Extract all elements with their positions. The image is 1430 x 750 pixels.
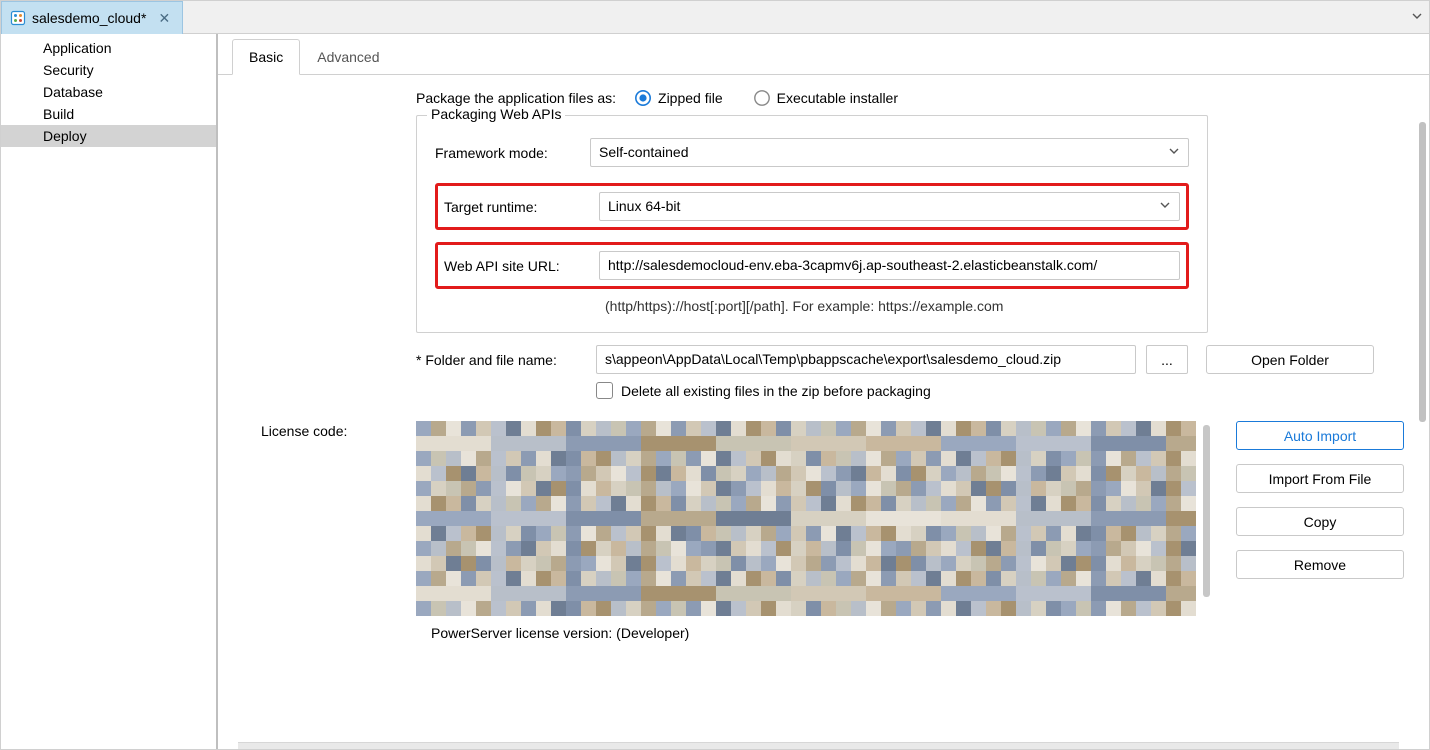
license-row: License code: Auto Import Import From Fi…: [236, 421, 1411, 611]
delete-existing-row: Delete all existing files in the zip bef…: [596, 382, 1411, 399]
main-scrollbar[interactable]: [1419, 122, 1427, 622]
browse-button[interactable]: ...: [1146, 345, 1188, 374]
auto-import-button[interactable]: Auto Import: [1236, 421, 1404, 450]
packaging-webapis-fieldset: Packaging Web APIs Framework mode: Self-…: [416, 115, 1208, 333]
sidebar-item-database[interactable]: Database: [1, 81, 216, 103]
radio-installer[interactable]: Executable installer: [753, 89, 898, 107]
close-icon[interactable]: ✕: [156, 10, 172, 26]
license-label: License code:: [261, 421, 416, 439]
folder-row: * Folder and file name: s\appeon\AppData…: [416, 345, 1411, 374]
property-body: Package the application files as: Zipped…: [218, 75, 1429, 749]
framework-row: Framework mode: Self-contained: [435, 138, 1189, 167]
sidebar-item-deploy[interactable]: Deploy: [1, 125, 216, 147]
target-runtime-highlight: Target runtime: Linux 64-bit: [435, 183, 1189, 230]
project-icon: [10, 10, 26, 26]
delete-existing-checkbox[interactable]: [596, 382, 613, 399]
import-from-file-button[interactable]: Import From File: [1236, 464, 1404, 493]
chevron-down-icon: [1168, 139, 1180, 166]
tab-basic[interactable]: Basic: [232, 39, 300, 75]
document-tabstrip: salesdemo_cloud* ✕: [1, 1, 1429, 34]
tabstrip-menu-icon[interactable]: [1411, 9, 1423, 25]
fieldset-legend: Packaging Web APIs: [427, 106, 565, 122]
webapi-url-highlight: Web API site URL: http://salesdemocloud-…: [435, 242, 1189, 289]
splitter[interactable]: [238, 742, 1399, 749]
sidebar-item-application[interactable]: Application: [1, 37, 216, 59]
sidebar-item-security[interactable]: Security: [1, 59, 216, 81]
tab-advanced[interactable]: Advanced: [300, 39, 396, 75]
license-version: PowerServer license version: (Developer): [431, 625, 1411, 641]
url-input[interactable]: http://salesdemocloud-env.eba-3capmv6j.a…: [599, 251, 1180, 280]
runtime-select[interactable]: Linux 64-bit: [599, 192, 1180, 221]
open-folder-button[interactable]: Open Folder: [1206, 345, 1374, 374]
window: salesdemo_cloud* ✕ Application Security …: [0, 0, 1430, 750]
license-buttons: Auto Import Import From File Copy Remove: [1236, 421, 1404, 579]
main-panel: Basic Advanced Package the application f…: [218, 34, 1429, 749]
content-area: Application Security Database Build Depl…: [1, 34, 1429, 749]
property-tabs: Basic Advanced: [218, 35, 1429, 75]
license-textarea[interactable]: [416, 421, 1196, 611]
folder-input[interactable]: s\appeon\AppData\Local\Temp\pbappscache\…: [596, 345, 1136, 374]
framework-select[interactable]: Self-contained: [590, 138, 1189, 167]
package-label: Package the application files as:: [416, 90, 616, 106]
chevron-down-icon: [1159, 193, 1171, 220]
delete-existing-label: Delete all existing files in the zip bef…: [621, 383, 931, 399]
framework-label: Framework mode:: [435, 145, 590, 161]
runtime-label: Target runtime:: [444, 199, 599, 215]
remove-button[interactable]: Remove: [1236, 550, 1404, 579]
url-hint: (http/https)://host[:port][/path]. For e…: [605, 298, 1189, 314]
folder-label: * Folder and file name:: [416, 352, 596, 368]
radio-unselected-icon: [753, 89, 771, 107]
copy-button[interactable]: Copy: [1236, 507, 1404, 536]
document-tab-title: salesdemo_cloud*: [32, 10, 146, 26]
package-row: Package the application files as: Zipped…: [416, 89, 1411, 107]
license-scrollbar[interactable]: [1202, 421, 1210, 611]
radio-selected-icon: [634, 89, 652, 107]
sidebar: Application Security Database Build Depl…: [1, 34, 218, 749]
sidebar-item-build[interactable]: Build: [1, 103, 216, 125]
document-tab[interactable]: salesdemo_cloud* ✕: [1, 1, 183, 34]
url-label: Web API site URL:: [444, 258, 599, 274]
radio-zipped[interactable]: Zipped file: [634, 89, 723, 107]
